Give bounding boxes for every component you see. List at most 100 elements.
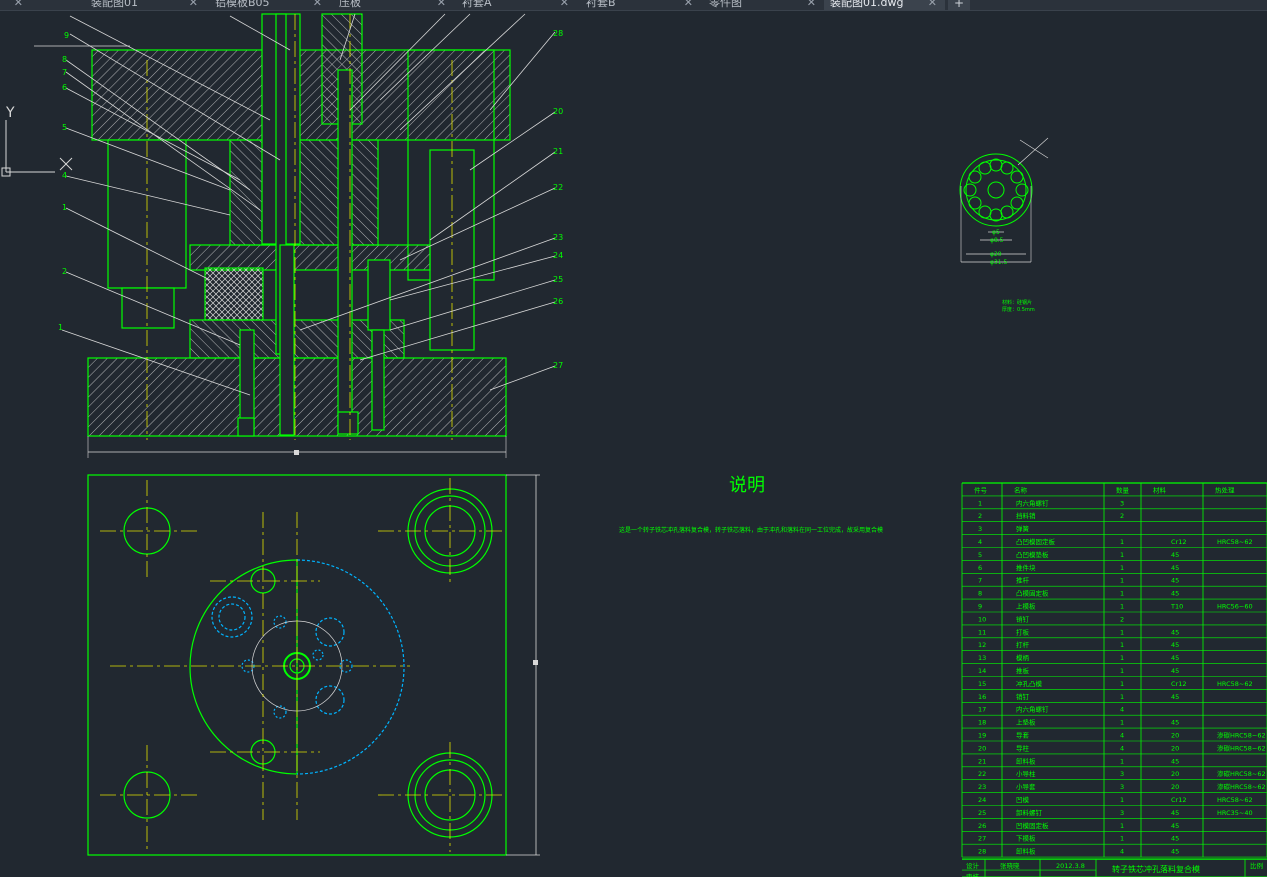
table-cell: HRC58~62: [1217, 796, 1253, 804]
table-cell: 卸料螺钉: [1016, 808, 1043, 817]
table-cell: 渗碳HRC58~62: [1217, 731, 1266, 740]
table-cell: 1: [1120, 757, 1124, 765]
balloon: 1: [58, 323, 63, 332]
table-cell: 12: [978, 641, 986, 649]
table-cell: 7: [978, 577, 982, 585]
table-cell: 45: [1171, 641, 1179, 649]
table-cell: 模柄: [1016, 653, 1030, 662]
table-cell: 21: [978, 757, 986, 765]
table-cell: Cr12: [1171, 680, 1186, 688]
table-cell: 3: [1120, 783, 1124, 791]
table-cell: 1: [1120, 822, 1124, 830]
bom-table: 件号 名称 数量 材料 热处理1 内六角螺钉 32 挡料销 23 弹簧4 凸凹模固定板 1 Cr12 HR…: [961, 482, 1267, 877]
table-cell: 销钉: [1016, 614, 1030, 623]
balloon: 20: [553, 107, 563, 116]
table-cell: 19: [978, 732, 986, 740]
table-cell: 10: [978, 615, 986, 623]
table-cell: 45: [1171, 654, 1179, 662]
table-cell: 45: [1171, 822, 1179, 830]
part-note: 材料：硅钢片: [1002, 299, 1032, 306]
drawing-canvas[interactable]: Y 9 8 7 6 5 4 1 2 1 28 20 21 22 23 24 25…: [0, 0, 1267, 877]
section-view: [87, 13, 511, 458]
balloon: 23: [553, 233, 563, 242]
table-cell: 20: [1171, 732, 1179, 740]
table-cell: 23: [978, 783, 986, 791]
dim-text: φ20: [990, 251, 1002, 258]
table-cell: 小导柱: [1016, 769, 1036, 778]
table-cell: 3: [1120, 809, 1124, 817]
table-cell: 材料: [1153, 485, 1167, 494]
balloon: 5: [62, 123, 67, 132]
table-cell: 4: [1120, 744, 1124, 752]
notes-body: 这是一个转子铁芯冲孔落料复合模，转子铁芯落料，由于冲孔和落料在同一工位完成，故采…: [619, 526, 883, 534]
table-cell: 导套: [1016, 731, 1030, 740]
table-cell: 14: [978, 667, 986, 675]
table-cell: 11: [978, 628, 986, 636]
table-cell: 冲孔凸模: [1016, 679, 1043, 688]
table-cell: 凸凹模固定板: [1016, 537, 1056, 546]
table-cell: 22: [978, 770, 986, 778]
table-cell: 45: [1171, 848, 1179, 856]
table-cell: 上模板: [1016, 602, 1036, 611]
balloon: 26: [553, 297, 563, 306]
table-cell: 3: [1120, 770, 1124, 778]
dim-text: φ31.5: [990, 259, 1008, 266]
table-cell: 推件块: [1016, 563, 1036, 572]
table-cell: 28: [978, 848, 986, 856]
table-cell: Cr12: [1171, 538, 1186, 546]
table-cell: 45: [1171, 590, 1179, 598]
table-cell: 挡料销: [1016, 511, 1036, 520]
table-cell: 导柱: [1016, 743, 1030, 752]
table-cell: 1: [1120, 680, 1124, 688]
table-cell: 凸模固定板: [1016, 589, 1049, 598]
table-cell: 比例: [1250, 861, 1263, 870]
table-cell: 1: [1120, 603, 1124, 611]
balloon: 24: [553, 251, 563, 260]
table-cell: 打杆: [1016, 640, 1030, 649]
balloon: 25: [553, 275, 563, 284]
table-cell: 名称: [1014, 485, 1028, 494]
table-cell: 1: [1120, 719, 1124, 727]
table-cell: 5: [978, 551, 982, 559]
part-drawing: [959, 137, 1049, 263]
table-cell: 45: [1171, 628, 1179, 636]
table-cell: 20: [1171, 770, 1179, 778]
table-cell: 1: [1120, 577, 1124, 585]
table-cell: 1: [1120, 667, 1124, 675]
table-cell: 热处理: [1215, 485, 1235, 494]
part-note: 厚度：0.5mm: [1002, 306, 1035, 313]
plan-centerlines: [100, 478, 504, 852]
table-cell: 6: [978, 564, 982, 572]
table-cell: 4: [1120, 732, 1124, 740]
table-cell: 推杆: [1016, 576, 1030, 585]
table-cell: 内六角螺钉: [1016, 498, 1049, 507]
table-cell: 13: [978, 654, 986, 662]
table-cell: 1: [1120, 564, 1124, 572]
table-cell: 小导套: [1016, 782, 1036, 791]
table-cell: 1: [1120, 628, 1124, 636]
table-cell: 张晓晓: [1000, 861, 1020, 870]
table-cell: 设计: [966, 861, 980, 870]
table-cell: HRC35~40: [1217, 809, 1253, 817]
table-cell: 45: [1171, 757, 1179, 765]
table-cell: 45: [1171, 809, 1179, 817]
notes-title: 说明: [729, 475, 765, 496]
table-cell: 1: [978, 499, 982, 507]
table-cell: 2012.3.8: [1056, 862, 1085, 870]
table-cell: 2: [1120, 512, 1124, 520]
table-cell: 24: [978, 796, 986, 804]
table-cell: 凹模固定板: [1016, 821, 1049, 830]
balloon: 28: [553, 29, 563, 38]
table-cell: 1: [1120, 835, 1124, 843]
balloon: 4: [62, 171, 67, 180]
table-cell: 销钉: [1016, 692, 1030, 701]
table-cell: 渗碳HRC58~62: [1217, 769, 1266, 778]
table-cell: 2: [1120, 615, 1124, 623]
table-cell: 1: [1120, 693, 1124, 701]
table-cell: 内六角螺钉: [1016, 705, 1049, 714]
balloon: 21: [553, 147, 563, 156]
table-cell: 16: [978, 693, 986, 701]
balloon: 6: [62, 83, 67, 92]
table-cell: 45: [1171, 564, 1179, 572]
table-cell: 17: [978, 706, 986, 714]
